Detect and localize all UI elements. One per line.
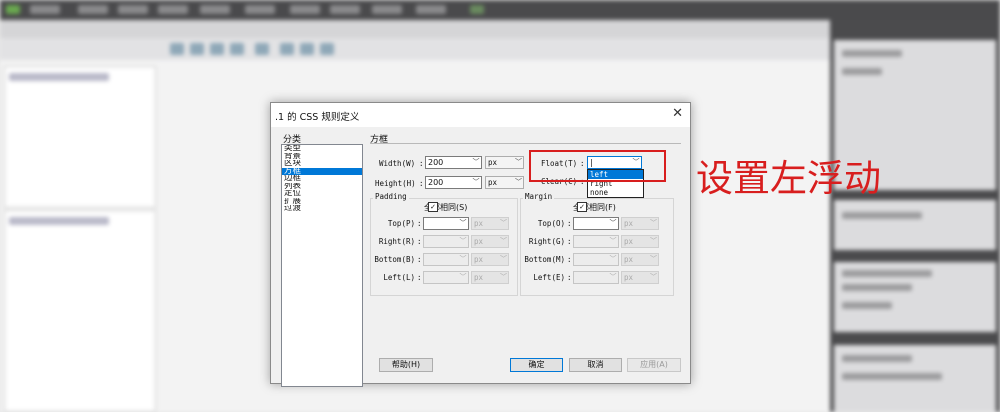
- height-select[interactable]: 200 ﹀: [425, 176, 482, 189]
- category-item[interactable]: 列表: [282, 183, 362, 191]
- padding-top-select[interactable]: ﹀: [423, 217, 469, 230]
- margin-bottom-select: ﹀: [573, 253, 619, 266]
- padding-left-select: ﹀: [423, 271, 469, 284]
- margin-group-title: Margin: [523, 192, 555, 201]
- margin-left-unit: px ﹀: [621, 271, 659, 284]
- category-item[interactable]: 区块: [282, 160, 362, 168]
- margin-right-unit: px ﹀: [621, 235, 659, 248]
- width-label: Width(W): [379, 159, 416, 168]
- margin-top-unit: px ﹀: [621, 217, 659, 230]
- height-label: Height(H): [375, 179, 416, 188]
- section-divider: [370, 143, 681, 144]
- ok-button[interactable]: 确定: [510, 358, 563, 372]
- padding-bottom-label: Bottom(B): [374, 255, 415, 264]
- margin-top-label: Top(O): [537, 219, 565, 228]
- padding-right-unit: px ﹀: [471, 235, 509, 248]
- category-item[interactable]: 过渡: [282, 205, 362, 213]
- margin-right-select: ﹀: [573, 235, 619, 248]
- margin-left-select: ﹀: [573, 271, 619, 284]
- css-rule-dialog: .1 的 CSS 规则定义 ✕ 分类 类型 背景 区块 方框 边框 列表 定位 …: [270, 102, 691, 387]
- width-unit-select[interactable]: px ﹀: [485, 156, 524, 169]
- padding-bottom-unit: px ﹀: [471, 253, 509, 266]
- category-item[interactable]: 背景: [282, 153, 362, 161]
- category-item-selected[interactable]: 方框: [282, 167, 362, 175]
- float-option-none[interactable]: none: [588, 188, 643, 197]
- width-select[interactable]: 200 ﹀: [425, 156, 482, 169]
- category-item[interactable]: 边框: [282, 175, 362, 183]
- chevron-down-icon: ﹀: [472, 178, 480, 186]
- margin-right-label: Right(G): [528, 237, 565, 246]
- checkbox-checked-icon: ✓: [577, 202, 587, 212]
- margin-same-checkbox[interactable]: ✓ 全部相同(F): [573, 202, 616, 213]
- annotation-text: 设置左浮动: [696, 157, 881, 200]
- padding-left-unit: px ﹀: [471, 271, 509, 284]
- height-unit-select[interactable]: px ﹀: [485, 176, 524, 189]
- category-list[interactable]: 类型 背景 区块 方框 边框 列表 定位 扩展 过渡: [281, 144, 363, 387]
- margin-bottom-label: Bottom(M): [524, 255, 565, 264]
- padding-same-checkbox[interactable]: ✓ 全部相同(S): [424, 202, 467, 213]
- category-item[interactable]: 类型: [282, 145, 362, 153]
- category-item[interactable]: 扩展: [282, 198, 362, 206]
- apply-button: 应用(A): [627, 358, 681, 372]
- cancel-button[interactable]: 取消: [569, 358, 622, 372]
- toolbar: [0, 38, 830, 61]
- chevron-down-icon: ﹀: [515, 178, 522, 186]
- chevron-down-icon: ﹀: [609, 219, 617, 227]
- padding-top-label: Top(P): [387, 219, 415, 228]
- dialog-titlebar: .1 的 CSS 规则定义 ✕: [271, 103, 690, 127]
- margin-left-label: Left(E): [533, 273, 565, 282]
- category-item[interactable]: 定位: [282, 190, 362, 198]
- margin-bottom-unit: px ﹀: [621, 253, 659, 266]
- padding-right-select: ﹀: [423, 235, 469, 248]
- checkbox-checked-icon: ✓: [428, 202, 438, 212]
- padding-group-title: Padding: [373, 192, 409, 201]
- padding-top-unit: px ﹀: [471, 217, 509, 230]
- chevron-down-icon: ﹀: [459, 219, 467, 227]
- dialog-title: .1 的 CSS 规则定义: [275, 112, 360, 123]
- padding-left-label: Left(L): [383, 273, 415, 282]
- padding-right-label: Right(R): [378, 237, 415, 246]
- menu-bar: [0, 0, 1000, 20]
- close-icon[interactable]: ✕: [672, 106, 683, 121]
- chevron-down-icon: ﹀: [472, 158, 480, 166]
- chevron-down-icon: ﹀: [515, 158, 522, 166]
- highlight-box: [529, 150, 666, 182]
- margin-top-select[interactable]: ﹀: [573, 217, 619, 230]
- help-button[interactable]: 帮助(H): [379, 358, 433, 372]
- padding-bottom-select: ﹀: [423, 253, 469, 266]
